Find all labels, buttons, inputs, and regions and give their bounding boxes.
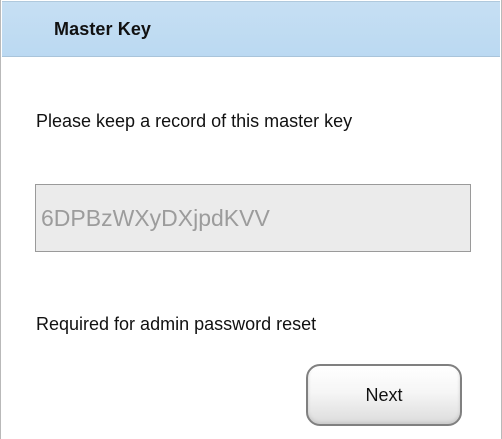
master-key-dialog: Master Key Please keep a record of this … [0,0,502,439]
record-prompt-text: Please keep a record of this master key [36,111,353,131]
reset-note-text: Required for admin password reset [36,314,317,334]
title-bar: Master Key [2,1,500,57]
dialog-title: Master Key [54,19,152,39]
master-key-field[interactable] [35,184,471,252]
next-button[interactable]: Next [306,364,462,426]
